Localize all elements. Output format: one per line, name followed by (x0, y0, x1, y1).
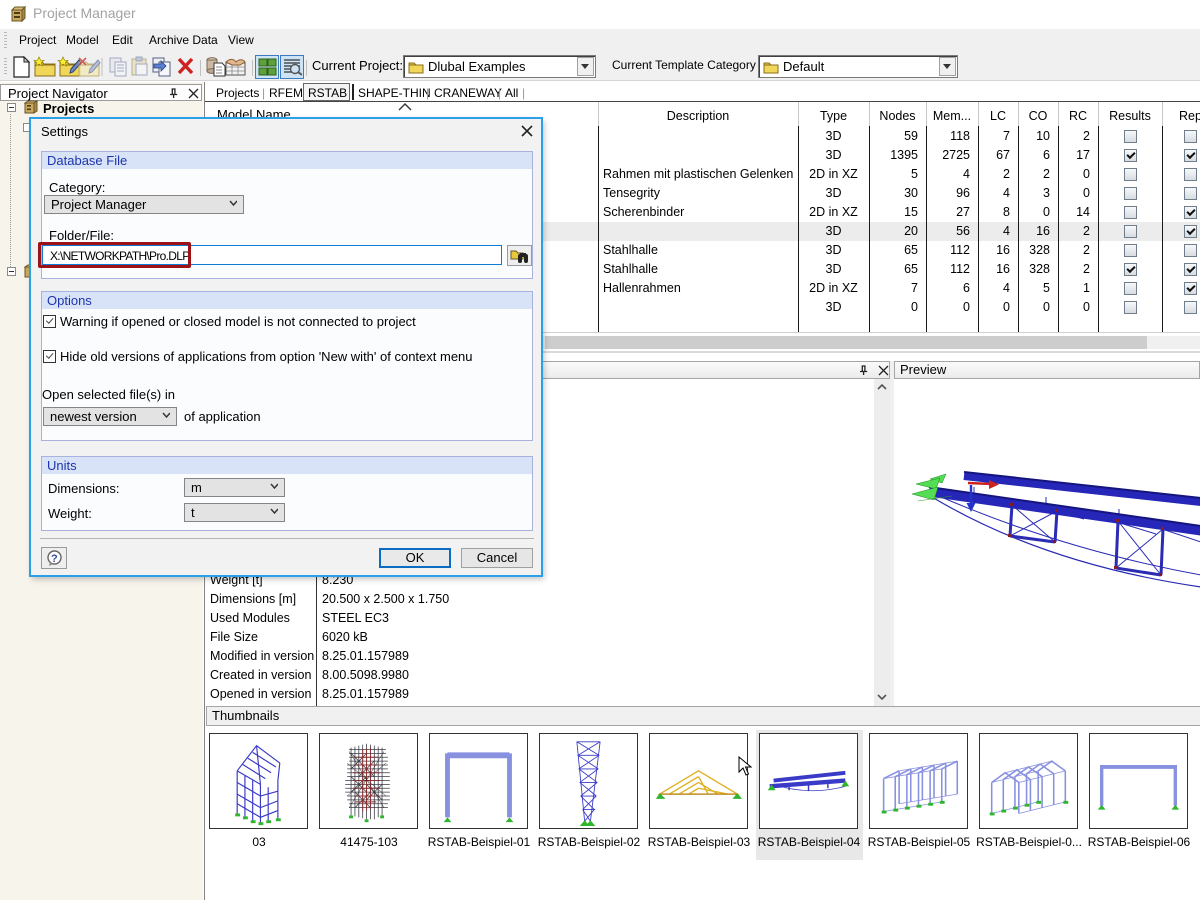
svg-text:?: ? (51, 553, 58, 565)
